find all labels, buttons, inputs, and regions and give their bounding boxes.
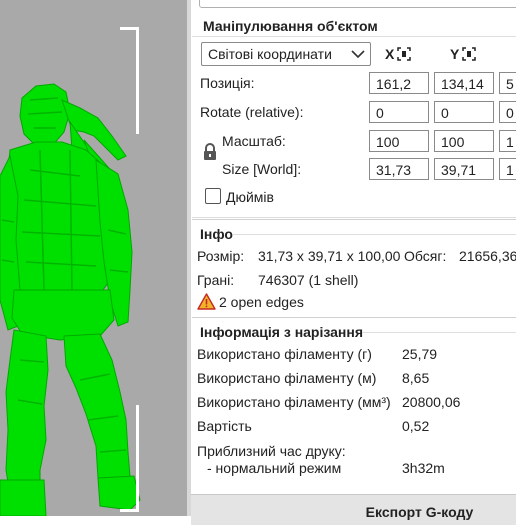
rotate-x-input[interactable]: 0 [369, 101, 429, 123]
axis-drop-icon[interactable] [397, 47, 412, 61]
position-z-input[interactable]: 5 [499, 72, 516, 94]
axis-y-label: Y [450, 46, 460, 62]
3d-viewport[interactable] [0, 0, 187, 516]
cost-label: Вартість [197, 418, 252, 434]
axis-y-header: Y [450, 46, 477, 62]
selected-model[interactable] [0, 0, 187, 516]
divider [192, 36, 516, 37]
info-title: Інфо [200, 226, 233, 242]
normal-mode-time: 3h32m [402, 460, 445, 476]
info-volume-value: 21656,36 [459, 248, 516, 264]
position-label: Позиція: [200, 75, 255, 91]
export-gcode-button[interactable]: Експорт G-коду [191, 494, 516, 525]
filament-meters-label: Використано філаменту (м) [197, 370, 377, 386]
position-x-input[interactable]: 161,2 [369, 72, 429, 94]
position-y-input[interactable]: 134,14 [434, 72, 494, 94]
scale-z-input[interactable]: 1 [499, 130, 516, 152]
info-facets-label: Грані: [197, 272, 235, 288]
divider [233, 234, 516, 235]
info-size-label: Розмір: [197, 248, 245, 264]
info-size-value: 31,73 x 39,71 x 100,00 [258, 248, 401, 264]
scale-x-input[interactable]: 100 [369, 130, 429, 152]
cost-value: 0,52 [402, 418, 430, 434]
object-manipulation-title: Маніпулювання об'єктом [203, 18, 378, 34]
size-y-input[interactable]: 39,71 [434, 158, 494, 180]
divider [192, 317, 516, 318]
divider [192, 219, 516, 220]
inches-checkbox[interactable] [205, 188, 221, 204]
filament-meters-value: 8,65 [402, 370, 430, 386]
inches-label: Дюймів [226, 189, 274, 205]
size-z-input[interactable]: 1 [499, 158, 516, 180]
warning-icon [197, 293, 216, 310]
divider [362, 332, 516, 333]
slice-info-title: Інформація з нарізання [200, 324, 364, 340]
filament-volume-value: 20800,06 [402, 394, 461, 410]
scale-y-input[interactable]: 100 [434, 130, 494, 152]
rotate-label: Rotate (relative): [200, 104, 304, 120]
size-label: Size [World]: [222, 161, 302, 177]
info-facets-value: 746307 (1 shell) [258, 272, 359, 288]
normal-mode-label: - нормальний режим [207, 460, 342, 476]
top-scroll-strip [199, 0, 516, 8]
open-edges-warning: 2 open edges [219, 294, 304, 310]
coordinate-system-dropdown[interactable]: Світові координати [201, 42, 371, 66]
lock-icon[interactable] [203, 143, 217, 161]
rotate-y-input[interactable]: 0 [434, 101, 494, 123]
filament-grams-label: Використано філаменту (г) [197, 346, 372, 362]
selection-bracket-bottom [120, 405, 139, 512]
filament-volume-label: Використано філаменту (мм³) [197, 394, 391, 410]
scale-label: Масштаб: [222, 133, 286, 149]
filament-grams-value: 25,79 [402, 346, 438, 362]
coordinate-system-value: Світові координати [208, 46, 332, 62]
axis-drop-icon[interactable] [462, 47, 477, 61]
chevron-down-icon [351, 50, 365, 59]
axis-x-header: X [385, 46, 412, 62]
selection-bracket-top [120, 27, 139, 134]
size-x-input[interactable]: 31,73 [369, 158, 429, 180]
rotate-z-input[interactable]: 0 [499, 101, 516, 123]
export-gcode-label: Експорт G-коду [365, 504, 474, 520]
info-volume-label: Обсяг: [404, 248, 447, 264]
axis-x-label: X [385, 46, 395, 62]
print-time-label: Приблизний час друку: [197, 443, 346, 459]
